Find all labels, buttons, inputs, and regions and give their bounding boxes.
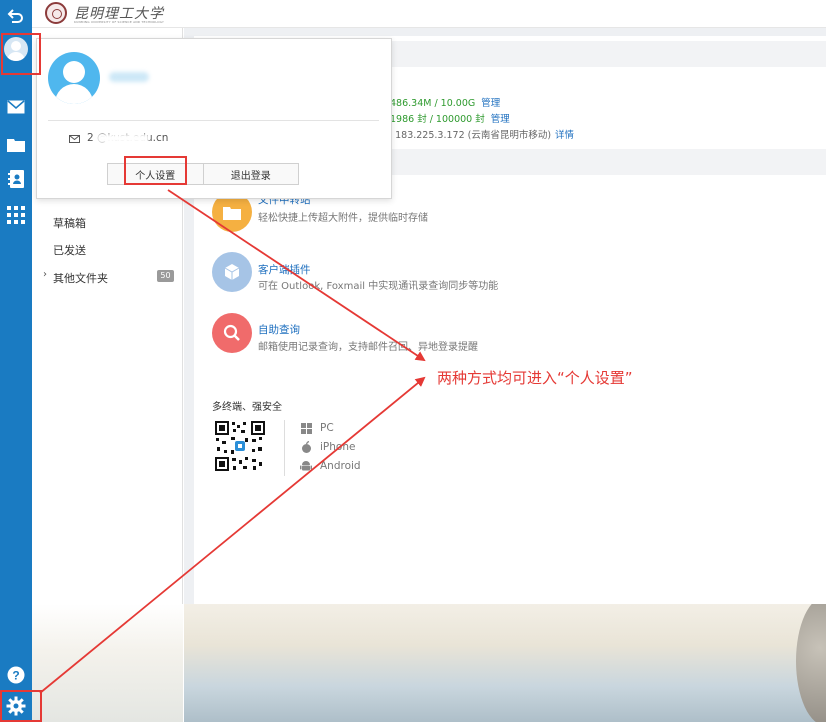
qr-divider: [284, 420, 285, 476]
help-icon[interactable]: ?: [0, 659, 32, 691]
left-nav-rail: ?: [0, 0, 32, 722]
android-icon: [298, 460, 314, 472]
feature-title-self-query[interactable]: 自助查询: [258, 322, 300, 337]
capacity-value: 486.34M / 10.00G: [390, 98, 476, 109]
search-icon[interactable]: [212, 313, 252, 353]
multi-terminal-title: 多终端、强安全: [212, 402, 282, 413]
avatar-icon[interactable]: [4, 37, 28, 61]
mail-icon[interactable]: [0, 91, 32, 123]
back-icon[interactable]: [0, 0, 32, 32]
apple-icon: [298, 441, 314, 453]
feature-title-client-plugin[interactable]: 客户端插件: [258, 262, 311, 277]
folder-pane-background: [32, 604, 183, 722]
top-header: 昆明理工大学 KUNMING UNIVERSITY OF SCIENCE AND…: [32, 0, 826, 28]
chevron-right-icon[interactable]: ›: [43, 269, 47, 280]
platform-android[interactable]: Android: [298, 460, 361, 472]
feature-desc-self-query: 邮箱使用记录查询，支持邮件召回、异地登录提醒: [258, 342, 478, 353]
profile-name-blurred: [109, 72, 149, 82]
mail-icon: [69, 135, 80, 143]
capacity-stat: 486.34M / 10.00G 管理: [390, 95, 500, 109]
folder-other-count-badge: 50: [157, 270, 174, 282]
login-stat: 43 183.225.3.172 (云南省昆明市移动) 详情: [380, 127, 574, 141]
folder-other[interactable]: 其他文件夹: [53, 270, 108, 286]
logout-button[interactable]: 退出登录: [203, 163, 299, 185]
university-seal-logo: [45, 2, 67, 24]
gear-icon[interactable]: [0, 690, 32, 722]
profile-popup: 2 @kust.edu.cn 个人设置 退出登录: [36, 38, 392, 199]
platform-iphone[interactable]: iPhone: [298, 441, 355, 453]
popup-divider: [48, 120, 379, 121]
login-info: 43 183.225.3.172 (云南省昆明市移动): [380, 130, 552, 141]
apps-grid-icon[interactable]: [0, 199, 32, 231]
feature-desc-file-transfer: 轻松快捷上传超大附件，提供临时存储: [258, 213, 428, 224]
profile-avatar: [48, 52, 100, 104]
folder-drafts[interactable]: 草稿箱: [53, 215, 86, 231]
platform-pc-label: PC: [320, 422, 334, 434]
platform-pc[interactable]: PC: [298, 422, 334, 434]
qr-code-image: [214, 420, 266, 472]
platform-iphone-label: iPhone: [320, 441, 356, 453]
folder-sent[interactable]: 已发送: [53, 242, 86, 258]
background-sky-image: [184, 604, 826, 722]
contacts-icon[interactable]: [0, 163, 32, 195]
cube-icon[interactable]: [212, 252, 252, 292]
capacity-manage-link[interactable]: 管理: [481, 98, 500, 109]
platform-android-label: Android: [320, 460, 361, 472]
university-subtitle: KUNMING UNIVERSITY OF SCIENCE AND TECHNO…: [74, 20, 165, 24]
annotation-text: 两种方式均可进入“个人设置”: [437, 369, 633, 387]
windows-icon: [298, 422, 314, 434]
login-details-link[interactable]: 详情: [555, 130, 574, 141]
personal-settings-button[interactable]: 个人设置: [107, 163, 204, 185]
email-blur-mask: [97, 134, 149, 143]
popup-button-group: 个人设置 退出登录: [107, 163, 299, 185]
svg-text:?: ?: [12, 669, 19, 683]
folder-icon[interactable]: [0, 128, 32, 160]
letters-manage-link[interactable]: 管理: [491, 114, 510, 125]
feature-desc-client-plugin: 可在 Outlook, Foxmail 中实现通讯录查询同步等功能: [258, 281, 499, 292]
letters-stat: 1986 封 / 100000 封管理: [390, 111, 510, 125]
letters-value: 1986 封 / 100000 封: [390, 114, 485, 125]
